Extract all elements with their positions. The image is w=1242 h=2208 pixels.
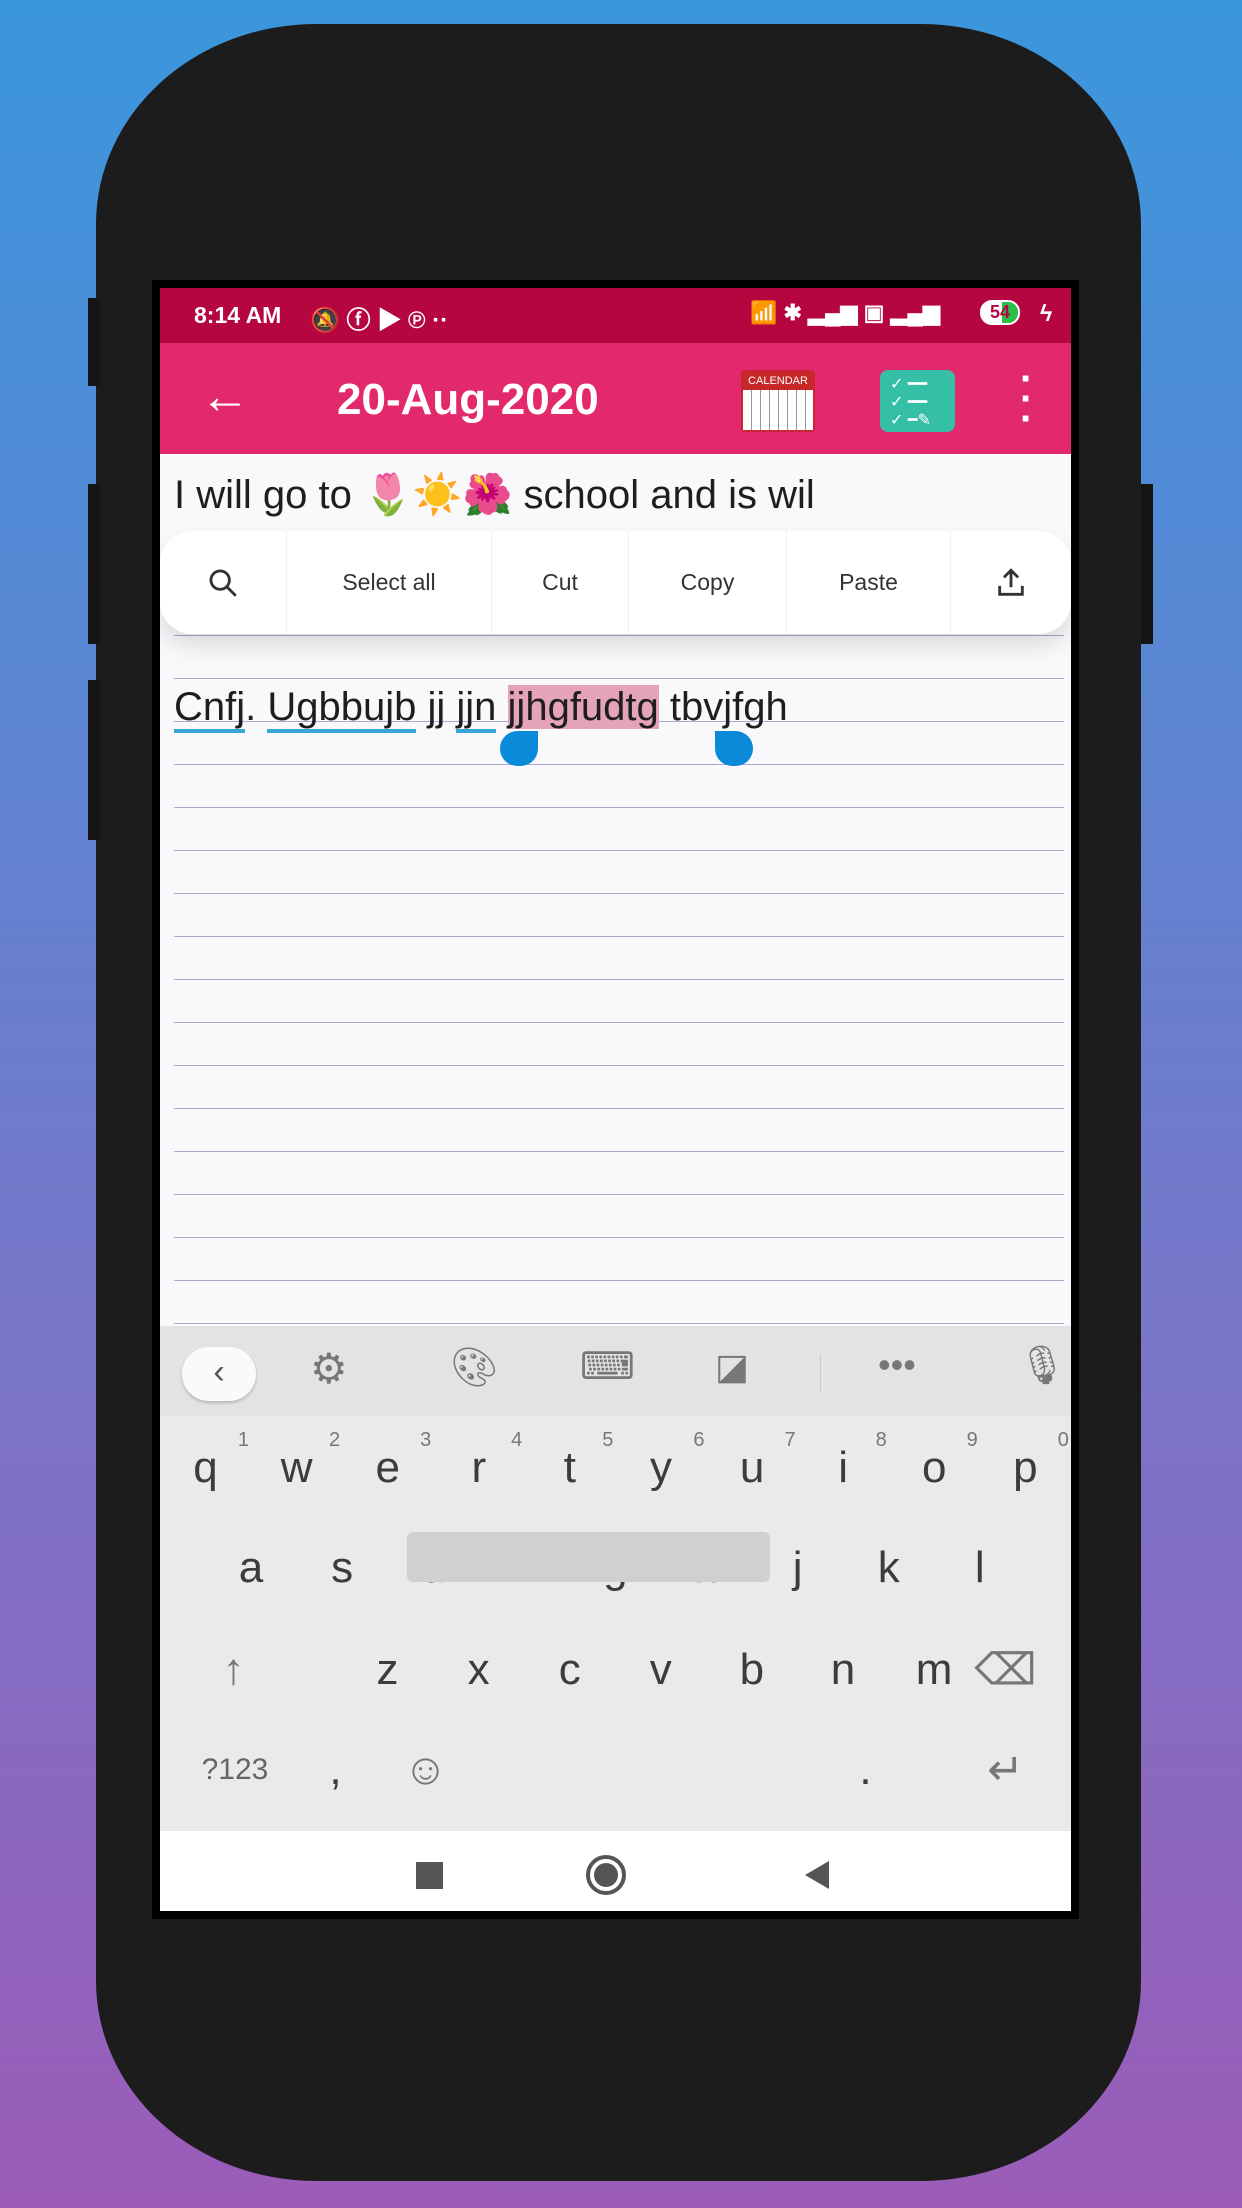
keyboard: ‹ ⚙ 🎨︎ ⌨ ◪ ••• 🎙︎ q1w2e3r4t5y6u7i8o9p0 as…: [160, 1326, 1071, 1831]
key-hint: 5: [602, 1429, 614, 1451]
microphone-icon[interactable]: 🎙︎: [1018, 1344, 1066, 1388]
key-s[interactable]: s: [297, 1543, 388, 1593]
side-button: [88, 680, 100, 840]
select-all-button[interactable]: Select all: [287, 531, 492, 634]
key-p[interactable]: p0: [980, 1429, 1071, 1493]
status-bar: 8:14 AM 🔕 ⓕ ▶ ℗ ·· 📶 ✱ ▂▄▆ ▣ ▂▄▆ 54 ϟ: [160, 288, 1071, 343]
shift-arrow-icon: ↑: [222, 1645, 245, 1694]
calendar-icon[interactable]: CALENDAR: [741, 370, 815, 432]
key-a[interactable]: a: [206, 1543, 297, 1593]
backspace-key[interactable]: ⌫: [960, 1645, 1051, 1696]
key-u[interactable]: u7: [707, 1429, 798, 1493]
key-y[interactable]: y6: [616, 1429, 707, 1493]
share-icon[interactable]: [951, 531, 1071, 634]
theme-palette-icon[interactable]: 🎨︎: [450, 1346, 498, 1390]
period-key[interactable]: .: [820, 1745, 911, 1795]
key-o[interactable]: o9: [889, 1429, 980, 1493]
key-hint: 7: [784, 1429, 796, 1451]
keyboard-toolbar: ‹ ⚙ 🎨︎ ⌨ ◪ ••• 🎙︎: [160, 1326, 1071, 1416]
selection-start-handle[interactable]: [500, 731, 538, 766]
page-title: 20-Aug-2020: [337, 375, 599, 424]
text-selection-menu: Select all Cut Copy Paste: [160, 531, 1071, 634]
backspace-icon: ⌫: [974, 1645, 1037, 1695]
key-l[interactable]: l: [934, 1543, 1025, 1593]
key-hint: 0: [1057, 1429, 1069, 1451]
cut-button[interactable]: Cut: [492, 531, 629, 634]
key-hint: 6: [693, 1429, 705, 1451]
home-circle-icon[interactable]: [586, 1855, 626, 1895]
side-button: [88, 298, 100, 386]
key-r[interactable]: r4: [433, 1429, 524, 1493]
keyboard-layout-icon[interactable]: ⌨: [580, 1344, 635, 1389]
key-b[interactable]: b: [706, 1645, 797, 1695]
key-k[interactable]: k: [843, 1543, 934, 1593]
key-n[interactable]: n: [798, 1645, 889, 1695]
status-time: 8:14 AM: [194, 302, 282, 328]
settings-gear-icon[interactable]: ⚙: [310, 1344, 348, 1393]
note-line-2[interactable]: Cnfj. Ugbbujb jj jjn jjhgfudtg tbvjfgh: [174, 685, 788, 733]
more-icon[interactable]: •••: [878, 1344, 916, 1386]
recents-square-icon[interactable]: [416, 1862, 443, 1889]
side-button: [88, 484, 100, 644]
collapse-chevron-icon[interactable]: ‹: [182, 1347, 256, 1401]
battery-icon: 54: [980, 300, 1021, 325]
key-hint: 9: [966, 1429, 978, 1451]
copy-button[interactable]: Copy: [629, 531, 787, 634]
selection-end-handle[interactable]: [715, 731, 753, 766]
enter-arrow-icon: ↵: [987, 1745, 1024, 1795]
key-x[interactable]: x: [433, 1645, 524, 1695]
key-hint: 4: [511, 1429, 523, 1451]
key-w[interactable]: w2: [251, 1429, 342, 1493]
more-options-icon[interactable]: · · ·: [1020, 359, 1033, 439]
key-t[interactable]: t5: [524, 1429, 615, 1493]
space-bar[interactable]: [407, 1532, 770, 1582]
divider: [820, 1354, 821, 1392]
key-hint: 8: [875, 1429, 887, 1451]
emoji-smiley-icon: ☺: [403, 1745, 448, 1794]
enter-key[interactable]: ↵: [960, 1745, 1051, 1796]
screen: 8:14 AM 🔕 ⓕ ▶ ℗ ·· 📶 ✱ ▂▄▆ ▣ ▂▄▆ 54 ϟ ← …: [160, 288, 1071, 1911]
back-arrow-icon[interactable]: ←: [200, 367, 250, 425]
key-hint: 1: [237, 1429, 249, 1451]
checklist-icon[interactable]: ✓ ━━ ✓ ━━ ✓ ━✎: [880, 370, 955, 432]
selected-text[interactable]: jjhgfudtg: [507, 685, 659, 729]
key-e[interactable]: e3: [342, 1429, 433, 1493]
symbols-key[interactable]: ?123: [180, 1753, 290, 1787]
back-triangle-icon[interactable]: [805, 1861, 829, 1889]
paste-button[interactable]: Paste: [787, 531, 951, 634]
search-icon[interactable]: [160, 531, 287, 634]
comma-key[interactable]: ,: [290, 1745, 381, 1795]
note-line-1[interactable]: I will go to 🌷☀️🌺 school and is wil: [174, 471, 815, 518]
key-hint: 3: [420, 1429, 432, 1451]
app-toolbar: ← 20-Aug-2020 CALENDAR ✓ ━━ ✓ ━━ ✓ ━✎ · · ·: [160, 343, 1071, 454]
emoji-key[interactable]: ☺: [380, 1745, 471, 1795]
shift-key[interactable]: ↑: [188, 1645, 279, 1695]
key-v[interactable]: v: [615, 1645, 706, 1695]
key-z[interactable]: z: [342, 1645, 433, 1695]
key-hint: 2: [328, 1429, 341, 1451]
signal-wifi-icons: 📶 ✱ ▂▄▆ ▣ ▂▄▆: [750, 300, 940, 325]
key-i[interactable]: i8: [798, 1429, 889, 1493]
power-button: [1141, 484, 1153, 644]
navigation-bar: [160, 1831, 1071, 1911]
charging-icon: ϟ: [1040, 300, 1053, 326]
notification-icons: 🔕 ⓕ ▶ ℗ ··: [310, 307, 449, 334]
key-c[interactable]: c: [524, 1645, 615, 1695]
one-handed-icon[interactable]: ◪: [715, 1346, 749, 1388]
key-q[interactable]: q1: [160, 1429, 251, 1493]
